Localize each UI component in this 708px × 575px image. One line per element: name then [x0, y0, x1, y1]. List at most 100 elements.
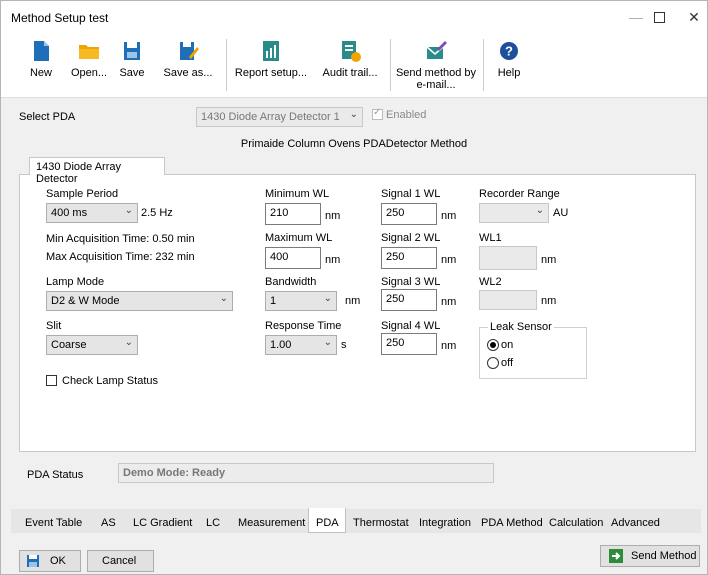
audit-trail-button[interactable]: Audit trail... — [317, 35, 383, 95]
signal3-wl-value: 250 — [386, 293, 405, 305]
chevron-down-icon: ⌄ — [535, 205, 544, 216]
tab-as[interactable]: AS — [101, 513, 116, 533]
leak-sensor-label: Leak Sensor — [488, 321, 554, 333]
new-button[interactable]: New — [21, 35, 61, 95]
chevron-down-icon: ⌄ — [124, 337, 133, 348]
leak-sensor-off-label: off — [501, 357, 514, 369]
sample-period-dropdown[interactable]: 400 ms ⌄ — [46, 203, 138, 223]
select-pda-dropdown[interactable]: 1430 Diode Array Detector 1 ⌄ — [196, 107, 363, 127]
report-setup-button[interactable]: Report setup... — [233, 35, 309, 95]
signal1-wl-label: Signal 1 WL — [381, 188, 441, 200]
pda-status-field: Demo Mode: Ready — [118, 463, 494, 483]
wl1-label: WL1 — [479, 232, 502, 244]
lamp-mode-label: Lamp Mode — [46, 276, 105, 288]
send-method-label-line1: Send method by — [395, 67, 477, 79]
maximum-wl-unit: nm — [325, 254, 341, 266]
min-acquisition-time: Min Acquisition Time: 0.50 min — [46, 233, 195, 245]
tab-advanced[interactable]: Advanced — [611, 513, 660, 533]
sample-period-value: 400 ms — [51, 207, 88, 219]
sample-period-label: Sample Period — [46, 188, 119, 200]
save-as-label: Save as... — [163, 67, 213, 79]
recorder-range-label: Recorder Range — [479, 188, 560, 200]
new-document-icon — [34, 41, 49, 61]
floppy-disk-icon — [27, 555, 39, 567]
tab-thermostat[interactable]: Thermostat — [353, 513, 409, 533]
signal1-wl-value: 250 — [386, 207, 405, 219]
response-time-dropdown[interactable]: 1.00 ⌄ — [265, 335, 337, 355]
signal4-wl-input[interactable]: 250 — [381, 333, 437, 355]
minimum-wl-label: Minimum WL — [265, 188, 330, 200]
save-as-icon — [180, 42, 199, 60]
svg-text:?: ? — [505, 44, 513, 59]
email-icon — [426, 41, 447, 59]
tab-calculation[interactable]: Calculation — [549, 513, 603, 533]
tab-pda-method[interactable]: PDA Method — [481, 513, 543, 533]
bandwidth-dropdown[interactable]: 1 ⌄ — [265, 291, 337, 311]
cancel-label: Cancel — [102, 555, 137, 567]
enabled-label: Enabled — [386, 109, 427, 121]
response-time-unit: s — [341, 339, 347, 351]
signal2-wl-label: Signal 2 WL — [381, 232, 441, 244]
leak-sensor-on-label: on — [501, 339, 514, 351]
send-method-label-line2: e-mail... — [416, 79, 456, 91]
method-section-title: Primaide Column Ovens PDADetector Method — [240, 138, 468, 150]
save-button[interactable]: Save — [117, 35, 147, 95]
leak-sensor-off-radio[interactable] — [487, 357, 499, 369]
enabled-checkbox[interactable]: ✓ — [372, 107, 383, 120]
signal2-wl-value: 250 — [386, 251, 405, 263]
maximum-wl-label: Maximum WL — [265, 232, 333, 244]
chevron-down-icon: ⌄ — [323, 293, 332, 304]
signal3-wl-input[interactable]: 250 — [381, 289, 437, 311]
tab-lc[interactable]: LC — [206, 513, 220, 533]
send-method-button[interactable]: Send Method — [600, 545, 700, 567]
recorder-range-dropdown[interactable]: ⌄ — [479, 203, 549, 223]
cancel-button[interactable]: Cancel — [87, 550, 154, 572]
sample-period-hz: 2.5 Hz — [141, 207, 173, 219]
wl1-input[interactable] — [479, 246, 537, 270]
minimum-wl-input[interactable]: 210 — [265, 203, 321, 225]
send-method-email-button[interactable]: Send method by e-mail... — [395, 35, 477, 95]
help-button[interactable]: ? Help — [491, 35, 527, 95]
tab-measurement[interactable]: Measurement — [238, 513, 305, 533]
lamp-mode-dropdown[interactable]: D2 & W Mode ⌄ — [46, 291, 233, 311]
tab-event-table[interactable]: Event Table — [25, 513, 82, 533]
signal2-wl-input[interactable]: 250 — [381, 247, 437, 269]
maximum-wl-input[interactable]: 400 — [265, 247, 321, 269]
slit-value: Coarse — [51, 339, 87, 351]
save-as-button[interactable]: Save as... — [161, 35, 215, 95]
select-pda-label: Select PDA — [19, 111, 76, 123]
report-setup-label: Report setup... — [234, 67, 308, 79]
tab-1430-diode-array-detector[interactable]: 1430 Diode Array Detector — [29, 157, 165, 185]
folder-icon — [79, 45, 99, 59]
lamp-mode-value: D2 & W Mode — [51, 295, 120, 307]
send-method-email-label: Send method by e-mail... — [396, 67, 476, 91]
save-label: Save — [119, 67, 145, 79]
floppy-disk-icon — [124, 42, 140, 60]
signal2-wl-unit: nm — [441, 254, 457, 266]
leak-sensor-on-radio[interactable] — [487, 339, 499, 351]
open-button[interactable]: Open... — [67, 35, 111, 95]
pda-settings-panel: Sample Period 400 ms ⌄ 2.5 Hz Min Acquis… — [19, 174, 696, 452]
maximum-wl-value: 400 — [270, 251, 289, 263]
slit-dropdown[interactable]: Coarse ⌄ — [46, 335, 138, 355]
ok-button[interactable]: OK — [19, 550, 81, 572]
pda-status-value: Demo Mode: Ready — [123, 467, 226, 479]
response-time-label: Response Time — [265, 320, 342, 332]
signal1-wl-input[interactable]: 250 — [381, 203, 437, 225]
method-setup-window: Method Setup test — ✕ New Open... Save S… — [0, 0, 708, 575]
tab-lc-gradient[interactable]: LC Gradient — [133, 513, 192, 533]
arrow-right-icon — [609, 549, 623, 563]
wl2-input[interactable] — [479, 290, 537, 310]
leak-sensor-group: Leak Sensor on off — [479, 321, 587, 379]
close-icon: ✕ — [688, 8, 700, 25]
help-icon: ? — [500, 42, 518, 60]
close-button[interactable]: ✕ — [671, 1, 708, 33]
chevron-down-icon: ⌄ — [323, 337, 332, 348]
tab-pda[interactable]: PDA — [316, 513, 339, 533]
tab-integration[interactable]: Integration — [419, 513, 471, 533]
bandwidth-value: 1 — [270, 295, 277, 307]
report-icon — [263, 41, 279, 61]
signal4-wl-unit: nm — [441, 340, 457, 352]
check-lamp-status-checkbox[interactable] — [46, 375, 57, 386]
chevron-down-icon: ⌄ — [349, 109, 358, 120]
